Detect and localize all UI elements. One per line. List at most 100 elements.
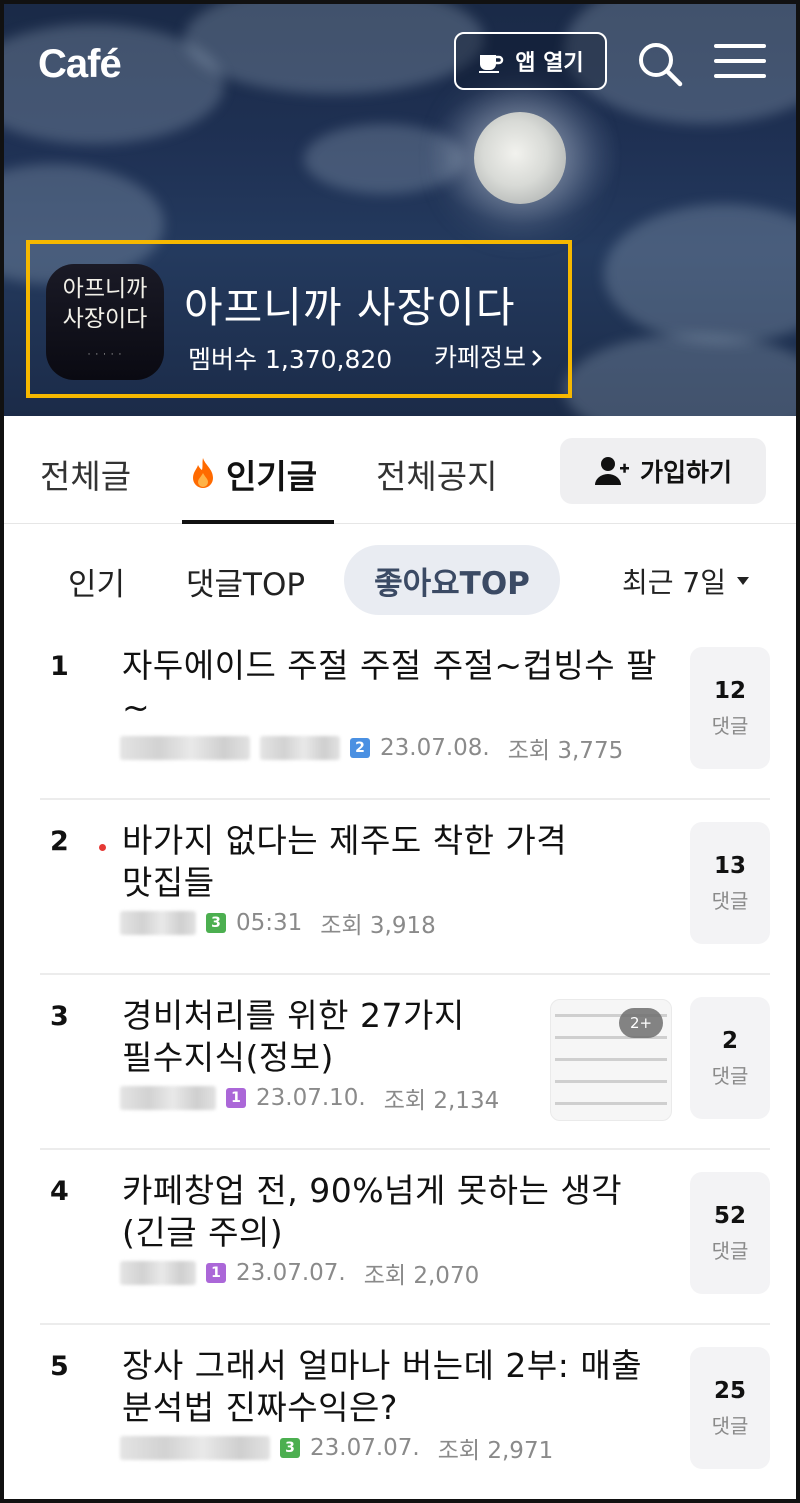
post-rank: 1 xyxy=(50,651,69,682)
member-level-badge: 3 xyxy=(206,913,226,933)
comment-count: 52 xyxy=(713,1202,746,1229)
cafe-info-label: 카페정보 xyxy=(434,343,527,372)
post-views: 조회 2,070 xyxy=(363,1263,480,1289)
list-item[interactable]: 3 경비처리를 위한 27가지 필수지식(정보) 1 23.07.10. 조회 … xyxy=(4,975,796,1150)
thumb-text-line xyxy=(555,1080,667,1083)
join-cafe-button[interactable]: 가입하기 xyxy=(560,438,766,504)
post-meta: 3 05:31 조회 3,918 xyxy=(120,908,436,939)
author-name-blurred xyxy=(120,911,196,935)
author-name-blurred xyxy=(120,736,250,760)
member-label: 멤버수 xyxy=(188,345,258,374)
post-title[interactable]: 카페창업 전, 90%넘게 못하는 생각(긴글 주의) xyxy=(122,1170,662,1254)
comment-count-box[interactable]: 12 댓글 xyxy=(690,647,770,769)
sort-filters: 인기 댓글TOP 좋아요TOP 최근 7일 xyxy=(4,525,796,625)
cafe-profile-image[interactable]: 아프니까 사장이다 · · · · · xyxy=(46,264,164,380)
open-app-button[interactable]: 앱 열기 xyxy=(454,32,607,90)
hamburger-line xyxy=(714,44,766,48)
comment-count: 25 xyxy=(713,1377,746,1404)
tab-all-posts[interactable]: 전체글 xyxy=(40,450,131,498)
post-thumbnail[interactable]: 2+ xyxy=(550,999,672,1121)
tab-all-notices[interactable]: 전체공지 xyxy=(376,450,497,498)
comment-count-box[interactable]: 2 댓글 xyxy=(690,997,770,1119)
post-meta: 2 23.07.08. 조회 3,775 xyxy=(120,733,624,764)
author-name-blurred xyxy=(120,1086,216,1110)
post-meta: 1 23.07.07. 조회 2,070 xyxy=(120,1258,480,1289)
cafe-hero: Café 앱 열기 아프니까 사장이다 · · · · · 아프니까 사장이다 … xyxy=(4,4,796,416)
cloud xyxy=(604,204,796,344)
member-level-badge: 2 xyxy=(350,738,370,758)
member-level-badge: 3 xyxy=(280,1438,300,1458)
post-views: 조회 2,971 xyxy=(437,1438,554,1464)
coffee-cup-icon xyxy=(479,55,504,73)
flame-icon xyxy=(193,458,213,488)
post-rank: 5 xyxy=(50,1351,69,1382)
menu-button[interactable] xyxy=(714,44,766,84)
app-frame: Café 앱 열기 아프니까 사장이다 · · · · · 아프니까 사장이다 … xyxy=(0,0,800,1503)
author-name-blurred xyxy=(260,736,340,760)
cafe-logo[interactable]: Café xyxy=(38,42,122,87)
post-date: 23.07.07. xyxy=(236,1260,346,1286)
post-meta: 1 23.07.10. 조회 2,134 xyxy=(120,1083,500,1114)
list-item[interactable]: 1 자두에이드 주절 주절 주절~컵빙수 팔~ 2 23.07.08. 조회 3… xyxy=(4,625,796,800)
post-meta: 3 23.07.07. 조회 2,971 xyxy=(120,1433,554,1464)
comment-label: 댓글 xyxy=(711,713,749,738)
period-label: 최근 7일 xyxy=(622,566,726,599)
member-level-badge: 1 xyxy=(206,1263,226,1283)
post-views: 조회 2,134 xyxy=(383,1088,500,1114)
list-item[interactable]: 4 카페창업 전, 90%넘게 못하는 생각(긴글 주의) 1 23.07.07… xyxy=(4,1150,796,1325)
open-app-label: 앱 열기 xyxy=(515,51,584,76)
post-date: 23.07.07. xyxy=(310,1435,420,1461)
comment-label: 댓글 xyxy=(711,1063,749,1088)
chevron-right-icon xyxy=(532,350,542,366)
post-title[interactable]: 자두에이드 주절 주절 주절~컵빙수 팔~ xyxy=(122,645,662,729)
post-title[interactable]: 바가지 없다는 제주도 착한 가격 맛집들 xyxy=(122,820,662,904)
post-list: 1 자두에이드 주절 주절 주절~컵빙수 팔~ 2 23.07.08. 조회 3… xyxy=(4,625,796,1499)
post-date: 23.07.10. xyxy=(256,1085,366,1111)
cafe-info-highlight: 아프니까 사장이다 · · · · · 아프니까 사장이다 멤버수 1,370,… xyxy=(26,240,572,398)
filter-comment-top[interactable]: 댓글TOP xyxy=(186,559,305,604)
board-tabs: 전체글 인기글 전체공지 가입하기 xyxy=(4,416,796,524)
tab-popular-posts[interactable]: 인기글 xyxy=(190,450,317,498)
post-date: 23.07.08. xyxy=(380,735,490,761)
list-item[interactable]: 2 바가지 없다는 제주도 착한 가격 맛집들 3 05:31 조회 3,918… xyxy=(4,800,796,975)
add-user-icon xyxy=(594,457,629,485)
filter-like-top[interactable]: 좋아요TOP xyxy=(344,545,560,615)
filter-popular[interactable]: 인기 xyxy=(68,559,125,604)
post-rank: 4 xyxy=(50,1176,69,1207)
author-name-blurred xyxy=(120,1261,196,1285)
cloud xyxy=(184,4,484,94)
cloud xyxy=(304,124,464,194)
post-rank: 2 xyxy=(50,826,69,857)
member-count: 멤버수 1,370,820 xyxy=(188,340,392,376)
post-title[interactable]: 경비처리를 위한 27가지 필수지식(정보) xyxy=(122,995,542,1079)
cafe-name: 아프니까 사장이다 xyxy=(184,283,516,332)
thumb-text-line xyxy=(555,1058,667,1061)
post-title[interactable]: 장사 그래서 얼마나 버는데 2부: 매출 분석법 진짜수익은? xyxy=(122,1345,662,1429)
cafe-thumb-subtext: · · · · · xyxy=(87,350,123,360)
moon-image xyxy=(474,112,566,204)
thumb-text-line xyxy=(555,1102,667,1105)
post-views: 조회 3,775 xyxy=(507,738,624,764)
cafe-info-link[interactable]: 카페정보 xyxy=(434,338,544,374)
comment-count-box[interactable]: 25 댓글 xyxy=(690,1347,770,1469)
comment-count: 12 xyxy=(713,677,746,704)
image-count-badge: 2+ xyxy=(619,1008,663,1038)
search-button[interactable] xyxy=(636,40,684,88)
comment-count-box[interactable]: 52 댓글 xyxy=(690,1172,770,1294)
author-name-blurred xyxy=(120,1436,270,1460)
comment-count: 13 xyxy=(713,852,746,879)
cafe-thumb-text: 아프니까 xyxy=(62,276,148,302)
comment-count-box[interactable]: 13 댓글 xyxy=(690,822,770,944)
hamburger-line xyxy=(714,74,766,78)
hamburger-line xyxy=(714,59,766,63)
member-value: 1,370,820 xyxy=(264,345,393,374)
member-level-badge: 1 xyxy=(226,1088,246,1108)
search-icon xyxy=(639,43,683,87)
comment-label: 댓글 xyxy=(711,1238,749,1263)
post-date: 05:31 xyxy=(236,910,303,936)
list-item[interactable]: 5 장사 그래서 얼마나 버는데 2부: 매출 분석법 진짜수익은? 3 23.… xyxy=(4,1325,796,1499)
post-views: 조회 3,918 xyxy=(320,913,436,939)
period-dropdown[interactable]: 최근 7일 xyxy=(622,561,750,601)
cloud xyxy=(564,334,796,416)
new-post-dot xyxy=(99,844,106,851)
